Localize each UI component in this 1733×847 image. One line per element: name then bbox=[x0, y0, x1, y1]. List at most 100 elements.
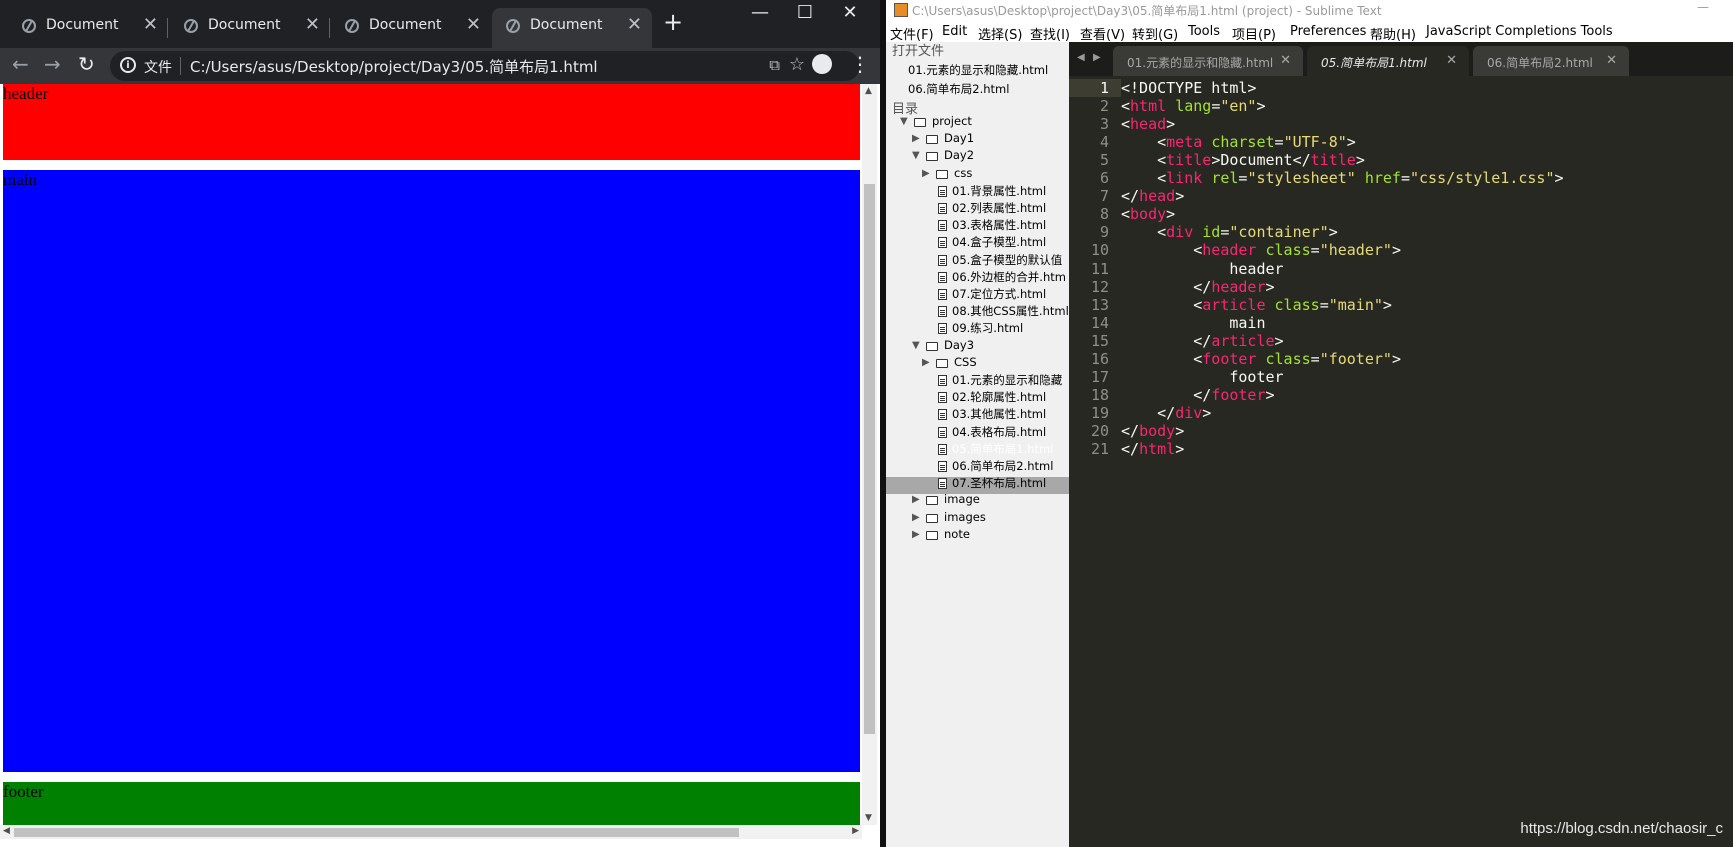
scrollbar-thumb[interactable] bbox=[864, 184, 875, 734]
collapse-arrow-icon[interactable]: ▶ bbox=[912, 529, 920, 540]
horizontal-scrollbar[interactable]: ◀ ▶ bbox=[0, 825, 862, 839]
editor-tab[interactable]: 01.元素的显示和隐藏.html ✕ bbox=[1113, 46, 1303, 76]
forward-button[interactable]: → bbox=[44, 52, 61, 76]
reload-button[interactable]: ↻ bbox=[78, 52, 95, 76]
code-line[interactable]: <header class="header"> bbox=[1121, 241, 1401, 259]
code-line[interactable]: <html lang="en"> bbox=[1121, 97, 1266, 115]
bookmark-star-icon[interactable]: ☆ bbox=[789, 54, 805, 75]
tree-folder-item[interactable]: image bbox=[944, 492, 980, 506]
collapse-arrow-icon[interactable]: ▶ bbox=[912, 494, 920, 505]
code-line[interactable]: </div> bbox=[1121, 404, 1211, 422]
code-line[interactable]: <body> bbox=[1121, 205, 1175, 223]
tree-file-item[interactable]: 06.简单布局2.html bbox=[952, 458, 1053, 474]
minimize-button[interactable]: — bbox=[740, 2, 780, 23]
tree-folder-item[interactable]: note bbox=[944, 527, 970, 541]
tree-folder-item[interactable]: css bbox=[954, 166, 972, 180]
address-bar[interactable]: i 文件 C:/Users/asus/Desktop/project/Day3/… bbox=[110, 51, 860, 81]
menu-help[interactable]: 帮助(H) bbox=[1370, 24, 1416, 43]
menu-edit[interactable]: Edit bbox=[942, 24, 967, 39]
close-icon[interactable]: ✕ bbox=[1446, 53, 1457, 68]
code-line[interactable]: <!DOCTYPE html> bbox=[1121, 79, 1256, 97]
scrollbar-thumb[interactable] bbox=[14, 828, 739, 837]
code-line[interactable]: <footer class="footer"> bbox=[1121, 350, 1401, 368]
more-menu-icon[interactable]: ⋮ bbox=[850, 52, 870, 76]
browser-tab[interactable]: Document ✕ bbox=[8, 8, 168, 48]
tree-file-item[interactable]: 03.表格属性.html bbox=[952, 217, 1046, 233]
menu-selection[interactable]: 选择(S) bbox=[978, 24, 1022, 43]
code-line[interactable]: </body> bbox=[1121, 422, 1184, 440]
menu-preferences[interactable]: Preferences bbox=[1290, 24, 1366, 39]
scroll-down-icon[interactable]: ▼ bbox=[865, 813, 872, 823]
scroll-left-icon[interactable]: ◀ bbox=[3, 826, 10, 836]
tab-scroll-right-icon[interactable]: ▶ bbox=[1093, 52, 1101, 63]
expand-arrow-icon[interactable]: ▼ bbox=[900, 116, 908, 127]
tree-file-item[interactable]: 09.练习.html bbox=[952, 320, 1023, 336]
code-line[interactable]: footer bbox=[1121, 368, 1283, 386]
code-line[interactable]: main bbox=[1121, 314, 1265, 332]
close-icon[interactable]: ✕ bbox=[1606, 53, 1617, 68]
tree-file-item[interactable]: 01.背景属性.html bbox=[952, 183, 1046, 199]
menu-view[interactable]: 查看(V) bbox=[1080, 24, 1125, 43]
close-icon[interactable]: ✕ bbox=[143, 14, 158, 35]
open-file-item[interactable]: 01.元素的显示和隐藏.html bbox=[908, 62, 1048, 78]
menu-project[interactable]: 项目(P) bbox=[1232, 24, 1276, 43]
maximize-button[interactable]: ☐ bbox=[785, 2, 825, 23]
expand-arrow-icon[interactable]: ▼ bbox=[912, 340, 920, 351]
tree-file-item[interactable]: 07.定位方式.html bbox=[952, 286, 1046, 302]
tree-folder-item[interactable]: project bbox=[932, 114, 972, 128]
menu-goto[interactable]: 转到(G) bbox=[1132, 24, 1178, 43]
tree-folder-item[interactable]: CSS bbox=[954, 355, 977, 369]
tree-folder-item[interactable]: images bbox=[944, 510, 986, 524]
code-line[interactable]: </head> bbox=[1121, 187, 1184, 205]
code-line[interactable]: <head> bbox=[1121, 115, 1175, 133]
tree-file-item[interactable]: 07.圣杯布局.html bbox=[952, 475, 1046, 491]
browser-tab[interactable]: Document ✕ bbox=[170, 8, 330, 48]
menu-find[interactable]: 查找(I) bbox=[1030, 24, 1070, 43]
tree-file-item[interactable]: 05.盒子模型的默认值 bbox=[952, 252, 1062, 268]
code-line[interactable]: </header> bbox=[1121, 278, 1274, 296]
profile-avatar-icon[interactable] bbox=[812, 54, 832, 74]
close-window-button[interactable]: ✕ bbox=[830, 2, 870, 23]
editor-tab[interactable]: 06.简单布局2.html ✕ bbox=[1473, 46, 1629, 76]
tree-file-item[interactable]: 03.其他属性.html bbox=[952, 406, 1046, 422]
code-line[interactable]: <article class="main"> bbox=[1121, 296, 1392, 314]
tab-scroll-left-icon[interactable]: ◀ bbox=[1077, 52, 1085, 63]
tree-file-item[interactable]: 04.表格布局.html bbox=[952, 424, 1046, 440]
editor-tab-active[interactable]: 05.简单布局1.html ✕ bbox=[1307, 46, 1469, 76]
menu-js-completions[interactable]: JavaScript Completions Tools bbox=[1426, 24, 1613, 39]
code-editor[interactable]: 1 <!DOCTYPE html> 2 <html lang="en"> 3 <head>… bbox=[1069, 76, 1733, 847]
code-line[interactable]: <meta charset="UTF-8"> bbox=[1121, 133, 1356, 151]
new-tab-button[interactable]: + bbox=[663, 8, 683, 36]
tree-folder-item[interactable]: Day2 bbox=[944, 148, 974, 162]
code-line[interactable]: </html> bbox=[1121, 440, 1184, 458]
tree-file-item[interactable]: 04.盒子模型.html bbox=[952, 234, 1046, 250]
tree-folder-item[interactable]: Day3 bbox=[944, 338, 974, 352]
tree-file-item[interactable]: 02.列表属性.html bbox=[952, 200, 1046, 216]
code-line[interactable]: <div id="container"> bbox=[1121, 223, 1338, 241]
code-line[interactable]: </footer> bbox=[1121, 386, 1274, 404]
tree-file-item[interactable]: 05.简单布局1.html bbox=[952, 441, 1053, 457]
vertical-scrollbar[interactable]: ▲ ▼ bbox=[862, 84, 877, 825]
menu-tools[interactable]: Tools bbox=[1188, 24, 1220, 39]
tree-file-item[interactable]: 08.其他CSS属性.html bbox=[952, 303, 1069, 319]
close-icon[interactable]: ✕ bbox=[466, 14, 481, 35]
tree-file-item[interactable]: 02.轮廓属性.html bbox=[952, 389, 1046, 405]
code-line[interactable]: <link rel="stylesheet" href="css/style1.… bbox=[1121, 169, 1563, 187]
close-icon[interactable]: ✕ bbox=[1280, 53, 1291, 68]
collapse-arrow-icon[interactable]: ▶ bbox=[922, 168, 930, 179]
close-icon[interactable]: ✕ bbox=[305, 14, 320, 35]
translate-icon[interactable]: ⧉ bbox=[769, 56, 780, 74]
expand-arrow-icon[interactable]: ▼ bbox=[912, 150, 920, 161]
back-button[interactable]: ← bbox=[12, 52, 29, 76]
collapse-arrow-icon[interactable]: ▶ bbox=[912, 512, 920, 523]
tree-folder-item[interactable]: Day1 bbox=[944, 131, 974, 145]
browser-tab-active[interactable]: Document ✕ bbox=[492, 8, 652, 48]
collapse-arrow-icon[interactable]: ▶ bbox=[912, 133, 920, 144]
tree-file-item[interactable]: 01.元素的显示和隐藏 bbox=[952, 372, 1062, 388]
code-line[interactable]: header bbox=[1121, 260, 1283, 278]
browser-tab[interactable]: Document ✕ bbox=[331, 8, 491, 48]
code-line[interactable]: </article> bbox=[1121, 332, 1283, 350]
collapse-arrow-icon[interactable]: ▶ bbox=[922, 357, 930, 368]
minimize-button[interactable]: — bbox=[1697, 0, 1709, 14]
open-file-item[interactable]: 06.简单布局2.html bbox=[908, 81, 1009, 97]
